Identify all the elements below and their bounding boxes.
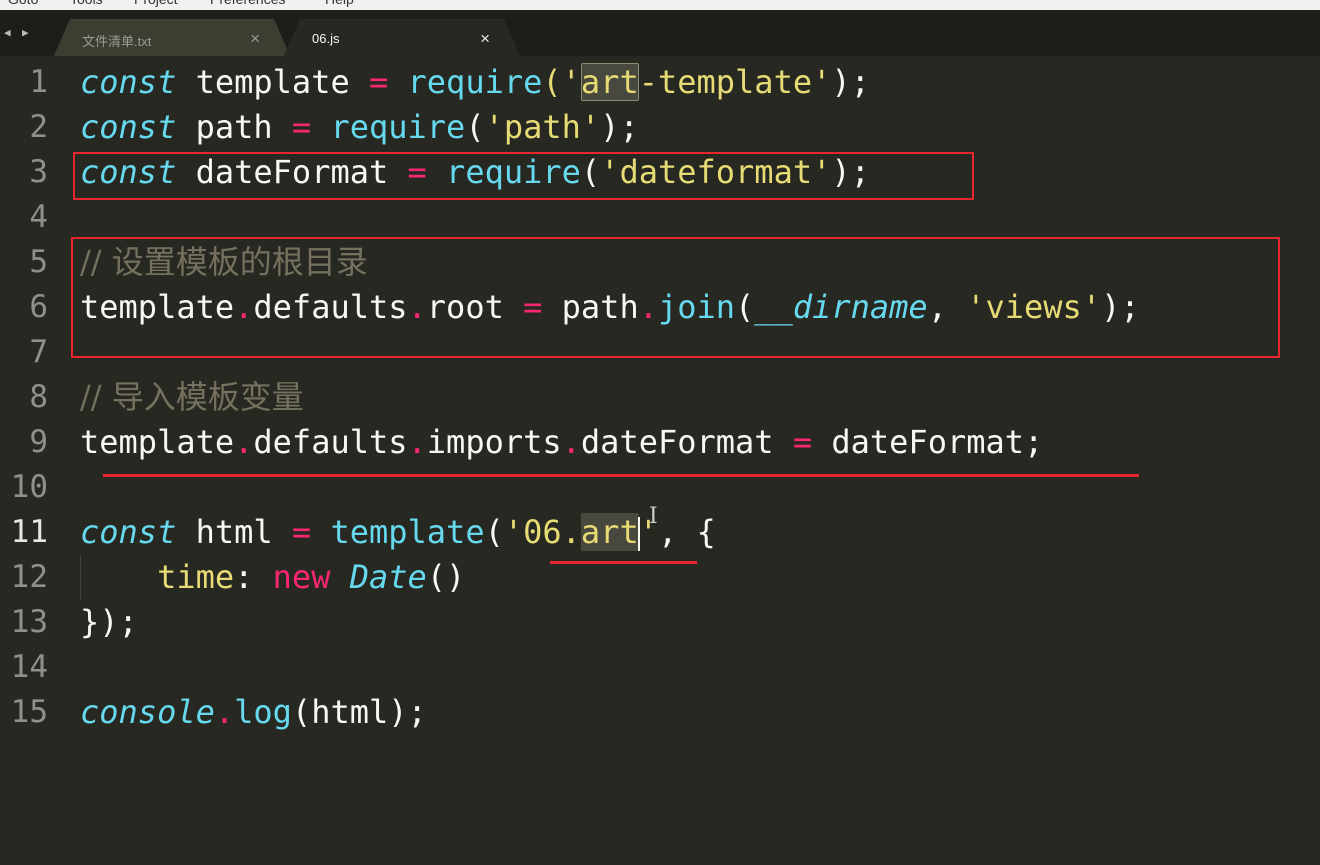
line-number: 15 xyxy=(10,694,48,730)
tab-label: 06.js xyxy=(312,31,340,46)
line-number: 1 xyxy=(29,64,48,100)
mouse-ibeam-cursor-icon: I xyxy=(649,504,658,529)
line-number: 4 xyxy=(29,199,48,235)
code-line-9: template.defaults.imports.dateFormat = d… xyxy=(80,423,1044,461)
code-line-2: const path = require('path'); xyxy=(80,108,639,146)
line-number: 8 xyxy=(29,379,48,415)
code-line-8-comment: // 导入模板变量 xyxy=(80,378,304,416)
line-number: 10 xyxy=(10,469,48,505)
line-number: 6 xyxy=(29,289,48,325)
line-number: 12 xyxy=(10,559,48,595)
menu-project[interactable]: Project xyxy=(134,0,178,8)
line-number-current: 11 xyxy=(10,514,48,550)
line-number: 9 xyxy=(29,424,48,460)
tab-forward-icon[interactable]: ▶ xyxy=(22,26,29,39)
selection-highlight: art xyxy=(580,513,639,551)
line-number: 2 xyxy=(29,109,48,145)
annotation-underline-imports xyxy=(103,474,1139,477)
line-number: 13 xyxy=(10,604,48,640)
line-number: 3 xyxy=(29,154,48,190)
code-line-15: console.log(html); xyxy=(80,693,427,731)
code-line-11: const html = template('06.art', { xyxy=(80,513,716,551)
menu-goto[interactable]: Goto xyxy=(8,0,38,8)
line-number: 14 xyxy=(10,649,48,685)
close-icon[interactable]: × xyxy=(250,29,260,49)
annotation-box-dateformat xyxy=(73,152,974,200)
tab-label: 文件清单.txt xyxy=(82,34,152,49)
menu-preferences[interactable]: Preferences xyxy=(210,0,285,8)
annotation-box-root xyxy=(71,237,1280,358)
tab-back-icon[interactable]: ◀ xyxy=(4,26,11,39)
line-number: 7 xyxy=(29,334,48,370)
tab-file-list[interactable]: 文件清单.txt × xyxy=(52,19,292,60)
menu-help[interactable]: Help xyxy=(325,0,354,8)
close-icon[interactable]: × xyxy=(480,29,490,49)
menu-tools[interactable]: Tools xyxy=(70,0,103,8)
code-line-13: }); xyxy=(80,603,138,641)
code-line-1: const template = require('art-template')… xyxy=(80,63,870,101)
line-number: 5 xyxy=(29,244,48,280)
menu-bar: Goto Tools Project Preferences Help xyxy=(0,0,1320,10)
code-line-12: time: new Date() xyxy=(157,558,466,596)
selection-highlight: art xyxy=(580,63,639,101)
tab-bar: ◀ ▶ 文件清单.txt × 06.js × xyxy=(0,10,1320,60)
tab-06-js[interactable]: 06.js × xyxy=(282,19,522,60)
annotation-underline-art xyxy=(550,561,697,564)
